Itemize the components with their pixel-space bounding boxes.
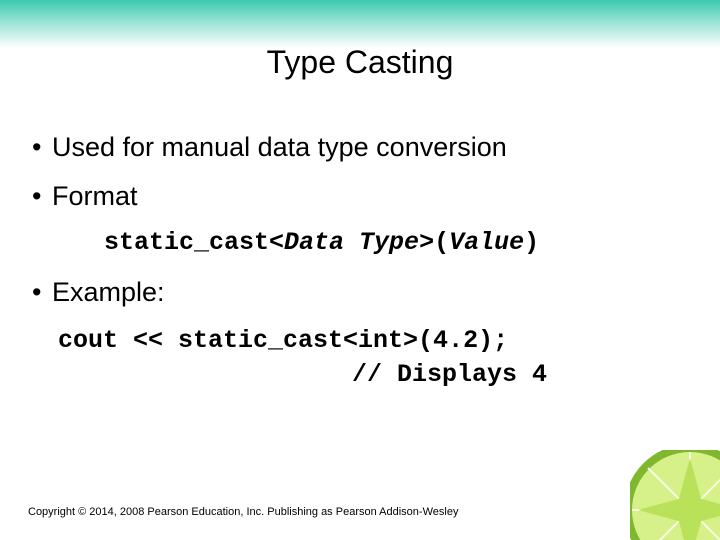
bullet-dot-icon: • (32, 179, 52, 214)
bullet-text: Example: (52, 277, 165, 307)
code-text: ) (524, 228, 539, 257)
bullet-dot-icon: • (32, 275, 52, 310)
slide-content: •Used for manual data type conversion •F… (32, 130, 688, 392)
slide-title: Type Casting (0, 44, 720, 81)
lime-decoration-icon (630, 450, 720, 540)
example-code-line-2: // Displays 4 (32, 358, 688, 392)
code-text: static_cast< (104, 228, 284, 257)
example-code-line-1: cout << static_cast<int>(4.2); (58, 324, 688, 358)
copyright-footer: Copyright © 2014, 2008 Pearson Education… (28, 506, 458, 518)
bullet-text: Used for manual data type conversion (52, 132, 507, 162)
bullet-dot-icon: • (32, 130, 52, 165)
bullet-item: •Example: (32, 275, 688, 310)
format-code-line: static_cast<Data Type>(Value) (104, 228, 688, 257)
bullet-text: Format (52, 181, 138, 211)
bullet-item: •Format (32, 179, 688, 214)
slide-top-gradient (0, 0, 720, 48)
code-datatype: Data Type (284, 228, 419, 257)
code-value: Value (449, 228, 524, 257)
bullet-item: •Used for manual data type conversion (32, 130, 688, 165)
code-text: >( (419, 228, 449, 257)
